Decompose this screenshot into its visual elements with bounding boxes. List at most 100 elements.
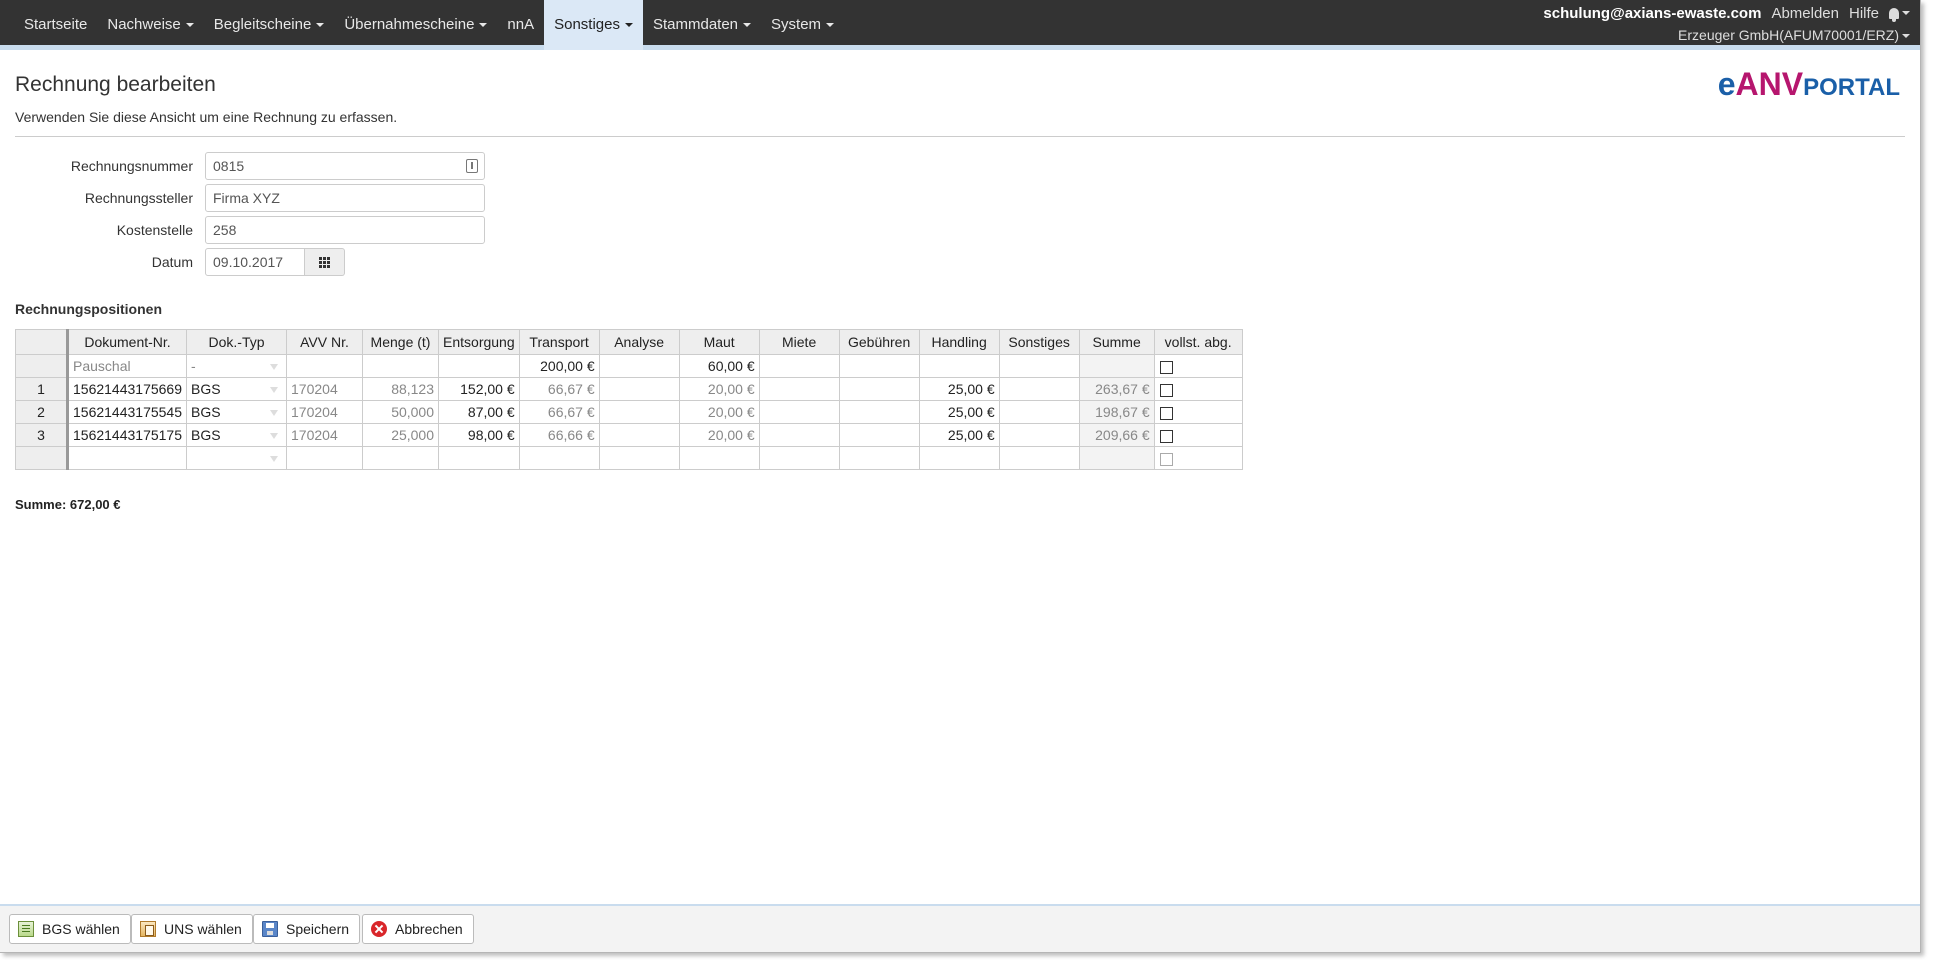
- caret-down-icon: [1902, 34, 1910, 39]
- row-number: 2: [15, 400, 69, 424]
- cell-analyse[interactable]: [598, 446, 680, 470]
- cell-handling[interactable]: [918, 446, 1000, 470]
- cell-avv[interactable]: [286, 446, 364, 470]
- cell-avv-nr: 170204: [286, 423, 364, 447]
- cell-analyse[interactable]: [598, 377, 680, 401]
- bgs-waehlen-button[interactable]: BGS wählen: [9, 914, 131, 944]
- cell-transport[interactable]: 66,67 €: [518, 400, 600, 424]
- calendar-button[interactable]: [305, 248, 345, 276]
- column-header[interactable]: Transport: [518, 329, 600, 355]
- cell-entsorgung[interactable]: 98,00 €: [438, 423, 520, 447]
- cell-miete[interactable]: [758, 446, 840, 470]
- cell-miete[interactable]: [758, 423, 840, 447]
- nav-item-stammdaten[interactable]: Stammdaten: [643, 0, 761, 50]
- cell-gebuehren[interactable]: [838, 446, 920, 470]
- cell-maut[interactable]: 20,00 €: [678, 400, 760, 424]
- cancel-button[interactable]: Abbrechen: [362, 914, 474, 944]
- cell-entsorgung[interactable]: 152,00 €: [438, 377, 520, 401]
- cell-dokument-nr[interactable]: 15621443175545: [66, 400, 188, 424]
- cell-transport[interactable]: 200,00 €: [518, 354, 600, 378]
- column-header[interactable]: AVV Nr.: [286, 329, 364, 355]
- cell-maut[interactable]: [678, 446, 760, 470]
- cell-sonstiges[interactable]: [998, 446, 1080, 470]
- column-header[interactable]: Maut: [678, 329, 760, 355]
- user-email[interactable]: schulung@axians-ewaste.com: [1543, 5, 1761, 22]
- cell-transport[interactable]: 66,66 €: [518, 423, 600, 447]
- cell-transport[interactable]: 66,67 €: [518, 377, 600, 401]
- column-header[interactable]: vollst. abg.: [1153, 329, 1243, 355]
- cell-sonstiges[interactable]: [998, 400, 1080, 424]
- column-header[interactable]: Handling: [918, 329, 1000, 355]
- cell-sonstiges[interactable]: [998, 377, 1080, 401]
- nav-item-übernahmescheine[interactable]: Übernahmescheine: [334, 0, 497, 50]
- notifications-dropdown[interactable]: [1889, 7, 1910, 22]
- caret-down-icon: [826, 23, 835, 28]
- datum-input[interactable]: 09.10.2017: [205, 248, 305, 276]
- cell-menge[interactable]: [362, 446, 440, 470]
- column-header[interactable]: Dok.-Typ: [186, 329, 288, 355]
- cell-analyse[interactable]: [598, 423, 680, 447]
- cell-dok-typ[interactable]: -: [186, 354, 288, 378]
- uns-waehlen-button[interactable]: UNS wählen: [131, 914, 253, 944]
- column-header[interactable]: Gebühren: [838, 329, 920, 355]
- cell-dok-typ[interactable]: BGS: [186, 400, 288, 424]
- rechnungsnummer-input[interactable]: 0815: [205, 152, 485, 180]
- vollst-abg-checkbox[interactable]: [1159, 429, 1173, 443]
- nav-item-system[interactable]: System: [761, 0, 844, 50]
- rechnungssteller-input[interactable]: Firma XYZ: [205, 184, 485, 212]
- cell-dok-typ[interactable]: BGS: [186, 377, 288, 401]
- logout-link[interactable]: Abmelden: [1771, 5, 1839, 22]
- cell-miete[interactable]: [758, 354, 840, 378]
- cell-gebuehren[interactable]: [838, 400, 920, 424]
- cell-gebuehren[interactable]: [838, 377, 920, 401]
- cell-dok-typ[interactable]: [186, 446, 288, 470]
- cell-handling[interactable]: 25,00 €: [918, 377, 1000, 401]
- cell-miete[interactable]: [758, 377, 840, 401]
- cell-entsorgung[interactable]: 87,00 €: [438, 400, 520, 424]
- nav-item-startseite[interactable]: Startseite: [14, 0, 97, 50]
- company-selector[interactable]: Erzeuger GmbH(AFUM70001/ERZ): [1678, 27, 1910, 45]
- cell-dok-typ[interactable]: BGS: [186, 423, 288, 447]
- cell-handling[interactable]: 25,00 €: [918, 400, 1000, 424]
- column-header[interactable]: Analyse: [598, 329, 680, 355]
- cell-sonstiges[interactable]: [998, 423, 1080, 447]
- cell-entsorgung[interactable]: [438, 354, 520, 378]
- help-link[interactable]: Hilfe: [1849, 5, 1879, 22]
- column-header[interactable]: Entsorgung: [438, 329, 520, 355]
- caret-down-icon: [1902, 11, 1910, 15]
- cell-dokument-nr[interactable]: [66, 446, 188, 470]
- cell-miete[interactable]: [758, 400, 840, 424]
- column-header[interactable]: Dokument-Nr.: [66, 329, 188, 355]
- column-header[interactable]: Miete: [758, 329, 840, 355]
- vollst-abg-checkbox[interactable]: [1159, 360, 1173, 374]
- cell-gebuehren[interactable]: [838, 423, 920, 447]
- cell-dokument-nr[interactable]: 15621443175669: [66, 377, 188, 401]
- dropdown-arrow-icon: [270, 456, 279, 462]
- vollst-abg-checkbox[interactable]: [1159, 406, 1173, 420]
- cell-avv[interactable]: [286, 354, 364, 378]
- nav-item-begleitscheine[interactable]: Begleitscheine: [204, 0, 335, 50]
- cell-analyse[interactable]: [598, 400, 680, 424]
- cell-handling[interactable]: 25,00 €: [918, 423, 1000, 447]
- cell-sonstiges[interactable]: [998, 354, 1080, 378]
- nav-item-nna[interactable]: nnA: [497, 0, 544, 50]
- cell-entsorgung[interactable]: [438, 446, 520, 470]
- cell-gebuehren[interactable]: [838, 354, 920, 378]
- kostenstelle-input[interactable]: 258: [205, 216, 485, 244]
- vollst-abg-checkbox[interactable]: [1159, 383, 1173, 397]
- cell-transport[interactable]: [518, 446, 600, 470]
- cell-analyse[interactable]: [598, 354, 680, 378]
- column-header[interactable]: Summe: [1078, 329, 1155, 355]
- save-button[interactable]: Speichern: [253, 914, 361, 944]
- cell-handling[interactable]: [918, 354, 1000, 378]
- vollst-abg-checkbox[interactable]: [1159, 452, 1173, 466]
- column-header[interactable]: Menge (t): [362, 329, 440, 355]
- nav-item-sonstiges[interactable]: Sonstiges: [544, 0, 643, 50]
- nav-item-nachweise[interactable]: Nachweise: [97, 0, 203, 50]
- column-header[interactable]: Sonstiges: [998, 329, 1080, 355]
- cell-maut[interactable]: 60,00 €: [678, 354, 760, 378]
- cell-maut[interactable]: 20,00 €: [678, 377, 760, 401]
- cell-maut[interactable]: 20,00 €: [678, 423, 760, 447]
- cell-dokument-nr[interactable]: 15621443175175: [66, 423, 188, 447]
- cell-menge[interactable]: [362, 354, 440, 378]
